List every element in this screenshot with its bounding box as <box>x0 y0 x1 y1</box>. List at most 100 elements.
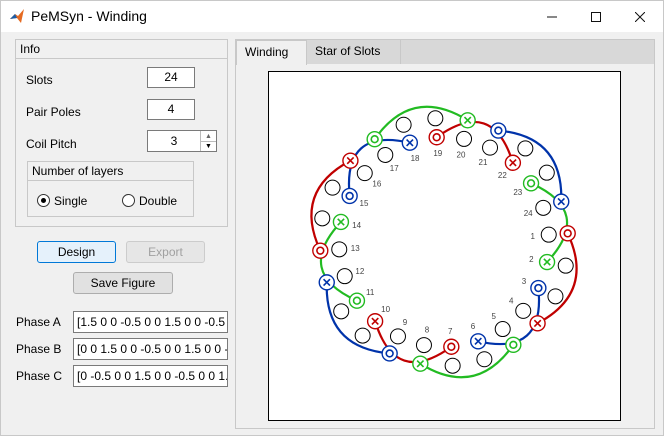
title-bar: PeMSyn - Winding <box>1 1 663 32</box>
slot-conductor <box>547 288 564 305</box>
slot-number-label: 21 <box>479 158 488 167</box>
slot-conductor <box>377 146 394 163</box>
slot-number-label: 22 <box>498 171 507 180</box>
slot-number-label: 17 <box>390 164 399 173</box>
layers-panel: Number of layers <box>27 161 194 217</box>
slot-number-label: 3 <box>522 277 527 286</box>
coil-arc <box>419 344 515 379</box>
tab-winding[interactable]: Winding <box>236 40 307 65</box>
slot-number-label: 4 <box>509 296 514 305</box>
phase-c-label: Phase C <box>16 369 63 383</box>
slot-conductor <box>381 345 398 362</box>
slot-number-label: 15 <box>360 199 369 208</box>
slot-conductor <box>530 279 547 297</box>
window-title: PeMSyn - Winding <box>31 8 147 24</box>
slot-number-label: 20 <box>457 151 466 160</box>
slot-conductor <box>522 175 540 192</box>
slot-number-label: 19 <box>433 149 442 158</box>
slot-number-label: 2 <box>529 255 534 264</box>
slot-number-label: 14 <box>352 221 361 230</box>
slot-conductor <box>314 210 331 227</box>
coil-pitch-label: Coil Pitch <box>26 137 77 151</box>
slot-conductor <box>389 328 406 345</box>
slot-conductor <box>538 164 555 181</box>
pair-poles-label: Pair Poles <box>26 105 81 119</box>
slot-conductor <box>354 327 371 344</box>
matlab-icon <box>10 9 24 23</box>
spin-down-button[interactable]: ▼ <box>200 141 216 151</box>
slot-conductor <box>476 351 493 368</box>
maximize-button[interactable] <box>573 1 619 32</box>
slot-conductor <box>348 292 366 309</box>
tab-strip: Winding Star of Slots <box>236 40 654 65</box>
slot-number-label: 18 <box>411 154 420 163</box>
slot-conductor <box>356 165 373 182</box>
single-layer-label: Single <box>54 194 88 208</box>
slot-number-label: 11 <box>366 288 375 297</box>
slot-conductor <box>336 268 353 285</box>
slot-number-label: 8 <box>425 325 430 334</box>
minimize-button[interactable] <box>529 1 575 32</box>
triangle-down-icon: ▼ <box>205 143 212 150</box>
slot-number-label: 24 <box>524 209 533 218</box>
slot-number-label: 16 <box>372 180 381 189</box>
single-layer-radio[interactable] <box>37 194 50 207</box>
design-button[interactable]: Design <box>37 241 116 263</box>
coil-arc <box>537 232 578 325</box>
slot-conductor <box>428 129 445 146</box>
slots-label: Slots <box>26 73 53 87</box>
slot-number-label: 7 <box>448 327 453 336</box>
slots-input[interactable]: 24 <box>147 67 195 88</box>
slot-conductor <box>482 139 499 156</box>
layers-panel-title: Number of layers <box>28 162 193 181</box>
slot-conductor <box>517 140 534 157</box>
slot-conductor <box>331 241 348 258</box>
coil-arc <box>373 105 469 140</box>
triangle-up-icon: ▲ <box>205 132 212 140</box>
slot-conductor <box>557 257 574 274</box>
info-panel-title: Info <box>16 40 227 59</box>
slot-number-label: 23 <box>513 188 522 197</box>
phase-b-field[interactable]: [0 0 1.5 0 0 -0.5 0 0 1.5 0 0 -0.5 0 0 1… <box>73 338 228 360</box>
close-button[interactable] <box>617 1 663 32</box>
close-icon <box>635 11 645 22</box>
slot-number-label: 1 <box>531 232 536 241</box>
save-figure-button[interactable]: Save Figure <box>73 272 173 294</box>
slot-conductor <box>341 187 358 205</box>
slot-conductor <box>515 302 532 319</box>
slot-conductor <box>427 110 444 127</box>
slot-conductor <box>324 179 341 196</box>
pair-poles-input[interactable]: 4 <box>147 99 195 120</box>
winding-axes: 1 2 3 4 5 6 7 8 9 10 11 12 13 14 15 16 17 18 19 20 21 22 23 24 <box>268 71 621 421</box>
slot-conductor <box>494 321 511 338</box>
slot-number-label: 12 <box>355 267 364 276</box>
slot-number-label: 9 <box>403 318 408 327</box>
slot-conductor <box>395 116 412 133</box>
winding-diagram: 12345678910111213141516171819 2021222324 <box>310 105 578 379</box>
coil-arc <box>310 159 351 252</box>
slot-number-label: 5 <box>492 312 497 321</box>
phase-c-field[interactable]: [0 -0.5 0 0 1.5 0 0 -0.5 0 0 1.5 0 0 -0.… <box>73 365 228 387</box>
spin-up-button[interactable]: ▲ <box>200 131 216 141</box>
slot-number-label: 10 <box>381 305 390 314</box>
slot-conductor <box>415 337 432 354</box>
double-layer-label: Double <box>139 194 178 208</box>
slot-conductor <box>540 226 557 243</box>
export-button[interactable]: Export <box>126 241 205 263</box>
slot-conductor <box>443 338 460 355</box>
phase-b-label: Phase B <box>16 342 62 356</box>
coil-pitch-value: 3 <box>170 134 178 148</box>
slot-conductor <box>505 336 522 354</box>
slot-conductor <box>535 199 552 216</box>
app-window: PeMSyn - Winding Info Slots 24 Pair Pole… <box>0 0 664 436</box>
tab-star-of-slots[interactable]: Star of Slots <box>307 40 401 64</box>
slot-conductor <box>366 130 383 148</box>
slot-conductor <box>444 357 461 374</box>
phase-a-field[interactable]: [1.5 0 0 -0.5 0 0 1.5 0 0 -0.5 0 0 1.5 0… <box>73 311 228 333</box>
coil-pitch-spinner[interactable]: 3 ▲ ▼ <box>147 130 217 152</box>
double-layer-radio[interactable] <box>122 194 135 207</box>
slot-conductor <box>559 225 576 242</box>
tab-group: Winding Star of Slots 1 2 3 4 5 6 7 8 9 10 11 12 13 1… <box>235 39 655 429</box>
minimize-icon <box>547 16 557 17</box>
slot-conductor <box>490 122 507 139</box>
